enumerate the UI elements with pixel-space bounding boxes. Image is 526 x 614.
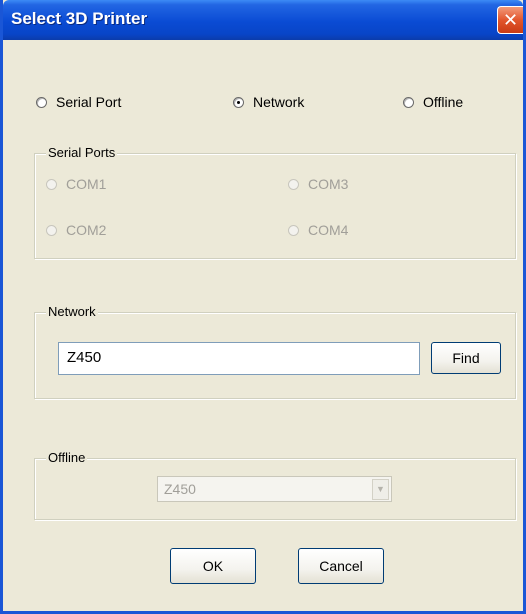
- serial-ports-group: [34, 153, 516, 259]
- radio-com4[interactable]: COM4: [288, 222, 348, 238]
- radio-network-label: Network: [253, 94, 305, 110]
- dialog-title: Select 3D Printer: [11, 9, 148, 28]
- radio-com1[interactable]: COM1: [46, 176, 106, 192]
- radio-serial-port[interactable]: Serial Port: [36, 94, 121, 110]
- title-bar[interactable]: Select 3D Printer ✕: [3, 0, 523, 40]
- chevron-down-icon[interactable]: ▼: [372, 479, 389, 500]
- close-icon[interactable]: ✕: [497, 6, 523, 34]
- chevron-down-glyph: ▼: [376, 484, 385, 494]
- radio-com3[interactable]: COM3: [288, 176, 348, 192]
- offline-printer-value: Z450: [164, 481, 196, 497]
- radio-com3-dot[interactable]: [288, 178, 299, 190]
- radio-offline-dot[interactable]: [403, 96, 414, 108]
- radio-serial-port-dot[interactable]: [36, 96, 47, 108]
- radio-com2-label: COM2: [66, 222, 107, 238]
- find-button[interactable]: Find: [431, 342, 501, 374]
- radio-offline[interactable]: Offline: [403, 94, 463, 110]
- radio-serial-port-label: Serial Port: [56, 94, 122, 110]
- offline-legend: Offline: [46, 450, 88, 465]
- cancel-button[interactable]: Cancel: [298, 548, 384, 584]
- serial-ports-legend: Serial Ports: [46, 145, 118, 160]
- select-printer-dialog: Select 3D Printer ✕ Serial Port Network …: [0, 0, 526, 614]
- radio-network[interactable]: Network: [233, 94, 304, 110]
- network-printer-input[interactable]: Z450: [58, 342, 420, 375]
- radio-com1-dot[interactable]: [46, 178, 57, 190]
- radio-com2-dot[interactable]: [46, 224, 57, 236]
- radio-com3-label: COM3: [308, 176, 349, 192]
- offline-printer-select[interactable]: Z450 ▼: [157, 476, 392, 502]
- radio-com4-label: COM4: [308, 222, 349, 238]
- close-glyph: ✕: [502, 10, 519, 30]
- ok-button[interactable]: OK: [170, 548, 256, 584]
- radio-network-dot[interactable]: [233, 96, 244, 108]
- radio-com2[interactable]: COM2: [46, 222, 106, 238]
- radio-offline-label: Offline: [423, 94, 464, 110]
- radio-com4-dot[interactable]: [288, 224, 299, 236]
- radio-com1-label: COM1: [66, 176, 107, 192]
- network-legend: Network: [46, 304, 98, 319]
